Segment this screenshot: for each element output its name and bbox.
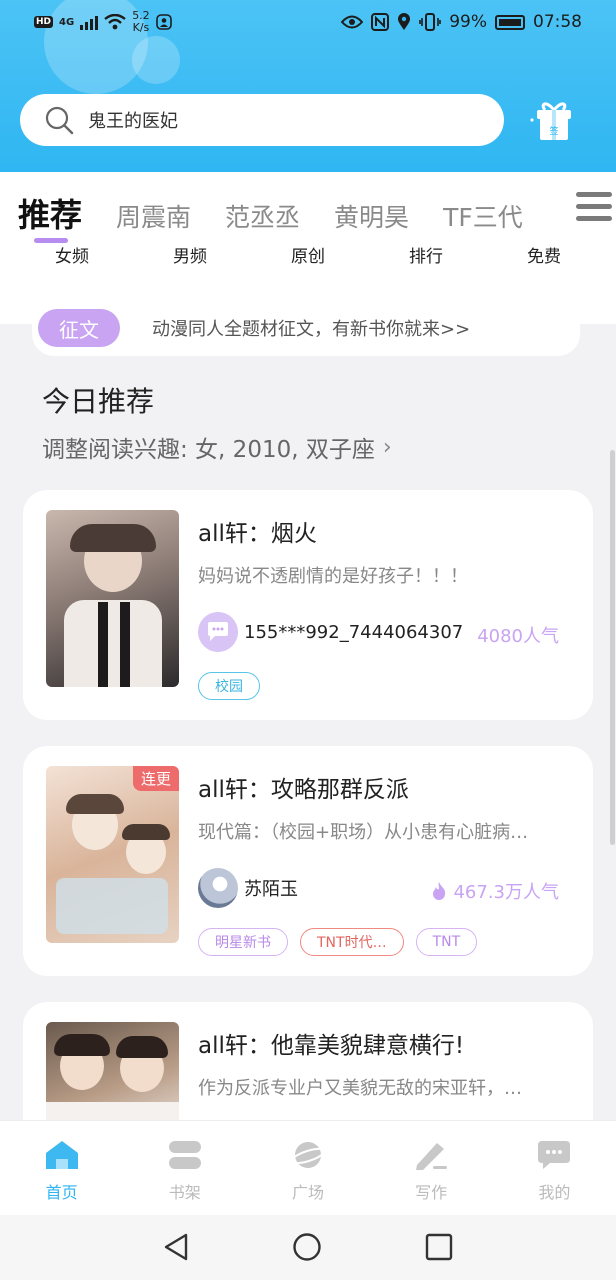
bookshelf-icon (168, 1141, 201, 1169)
subtab-male[interactable]: 男频 (131, 242, 249, 267)
system-nav-bar (0, 1215, 616, 1280)
tag-chip[interactable]: 校园 (198, 672, 260, 700)
author-name: 155***992_7444064307 (244, 621, 464, 643)
scrollbar[interactable] (610, 450, 615, 845)
gift-icon[interactable]: 签 (528, 98, 574, 144)
privacy-icon (155, 14, 172, 30)
contest-notice[interactable]: 征文 动漫同人全题材征文，有新书你就来>> (32, 300, 580, 356)
book-card[interactable]: all轩：烟火 妈妈说不透剧情的是好孩子！！！ 155***992_744406… (23, 490, 593, 720)
subtab-original[interactable]: 原创 (249, 242, 367, 267)
pen-icon (416, 1143, 448, 1170)
subtab-female[interactable]: 女频 (13, 242, 131, 267)
tab-recommend[interactable]: 推荐 (18, 190, 82, 236)
book-author: 苏陌玉 (198, 868, 298, 908)
book-title: all轩：烟火 (198, 521, 317, 547)
clock: 07:58 (533, 12, 582, 32)
search-input[interactable]: 鬼王的医妃 (88, 107, 178, 133)
nfc-icon (371, 13, 390, 31)
tab-fan-chengcheng[interactable]: 范丞丞 (225, 198, 300, 234)
book-desc: 现代篇：（校园+职场）从小患有心脏病… (198, 822, 529, 843)
network-type: 4G (59, 16, 75, 28)
tab-tf-third-gen[interactable]: TF三代 (443, 198, 523, 234)
tab-huang-minghao[interactable]: 黄明昊 (334, 198, 409, 234)
fire-icon (433, 882, 446, 900)
bottom-nav: 首页 书架 广场 写作 我的 (0, 1120, 616, 1215)
avatar (198, 868, 238, 908)
nav-bookshelf[interactable]: 书架 (123, 1121, 246, 1215)
chevron-right-icon: › (382, 434, 392, 460)
book-desc: 作为反派专业户又美貌无敌的宋亚轩，… (198, 1078, 522, 1099)
subtab-ranking[interactable]: 排行 (367, 242, 485, 267)
tag-chip[interactable]: 明星新书 (198, 928, 288, 956)
home-circle-icon[interactable] (292, 1232, 322, 1262)
status-bar: HD 4G 5.2 K/s 99% 07:58 (0, 0, 616, 46)
vibrate-icon (419, 13, 442, 31)
popularity: 467.3万人气 (431, 878, 559, 904)
app-header: HD 4G 5.2 K/s 99% 07:58 鬼王的医妃 签 (0, 0, 616, 172)
wifi-icon (104, 14, 126, 30)
book-card[interactable]: 连更 all轩：攻略那群反派 现代篇：（校园+职场）从小患有心脏病… 苏陌玉 4… (23, 746, 593, 976)
hd-icon: HD (34, 16, 54, 28)
book-author: 155***992_7444064307 (198, 612, 463, 652)
chat-avatar-icon (198, 612, 238, 652)
book-cover: 连更 (46, 766, 179, 943)
signal-icon (80, 14, 99, 30)
tag-chip[interactable]: TNT时代… (300, 928, 404, 956)
recents-icon[interactable] (425, 1233, 453, 1261)
location-icon (398, 13, 411, 30)
tab-menu-icon[interactable] (576, 192, 612, 228)
contest-text: 动漫同人全题材征文，有新书你就来>> (152, 319, 471, 340)
planet-icon (290, 1142, 326, 1168)
book-cover (46, 510, 179, 687)
nav-mine[interactable]: 我的 (493, 1121, 616, 1215)
back-icon[interactable] (162, 1232, 190, 1262)
contest-badge: 征文 (38, 309, 120, 347)
battery-percent: 99% (449, 12, 487, 32)
tab-zhou-zhennan[interactable]: 周震南 (116, 198, 191, 234)
tag-chip[interactable]: TNT (415, 928, 478, 956)
search-bar[interactable]: 鬼王的医妃 (20, 94, 504, 146)
section-title: 今日推荐 (42, 385, 155, 418)
reading-interest-text: 调整阅读兴趣: 女, 2010, 双子座 (42, 437, 375, 463)
reading-interest-link[interactable]: 调整阅读兴趣: 女, 2010, 双子座 › (42, 430, 392, 464)
book-title: all轩：攻略那群反派 (198, 777, 409, 803)
search-icon (45, 106, 74, 135)
network-speed: 5.2 K/s (132, 9, 150, 34)
popularity: 4080人气 (477, 626, 559, 647)
nav-write[interactable]: 写作 (370, 1121, 493, 1215)
eye-icon (341, 15, 364, 29)
book-desc: 妈妈说不透剧情的是好孩子！！！ (198, 566, 468, 587)
battery-icon (495, 14, 525, 30)
book-title: all轩：他靠美貌肆意横行! (198, 1033, 465, 1059)
author-name: 苏陌玉 (244, 879, 298, 900)
subtab-free[interactable]: 免费 (485, 242, 603, 267)
nav-square[interactable]: 广场 (246, 1121, 369, 1215)
svg-text:签: 签 (549, 125, 558, 137)
serial-badge: 连更 (132, 766, 179, 791)
chat-bubble-icon (538, 1141, 571, 1169)
nav-home[interactable]: 首页 (0, 1121, 123, 1215)
home-icon (45, 1141, 78, 1169)
